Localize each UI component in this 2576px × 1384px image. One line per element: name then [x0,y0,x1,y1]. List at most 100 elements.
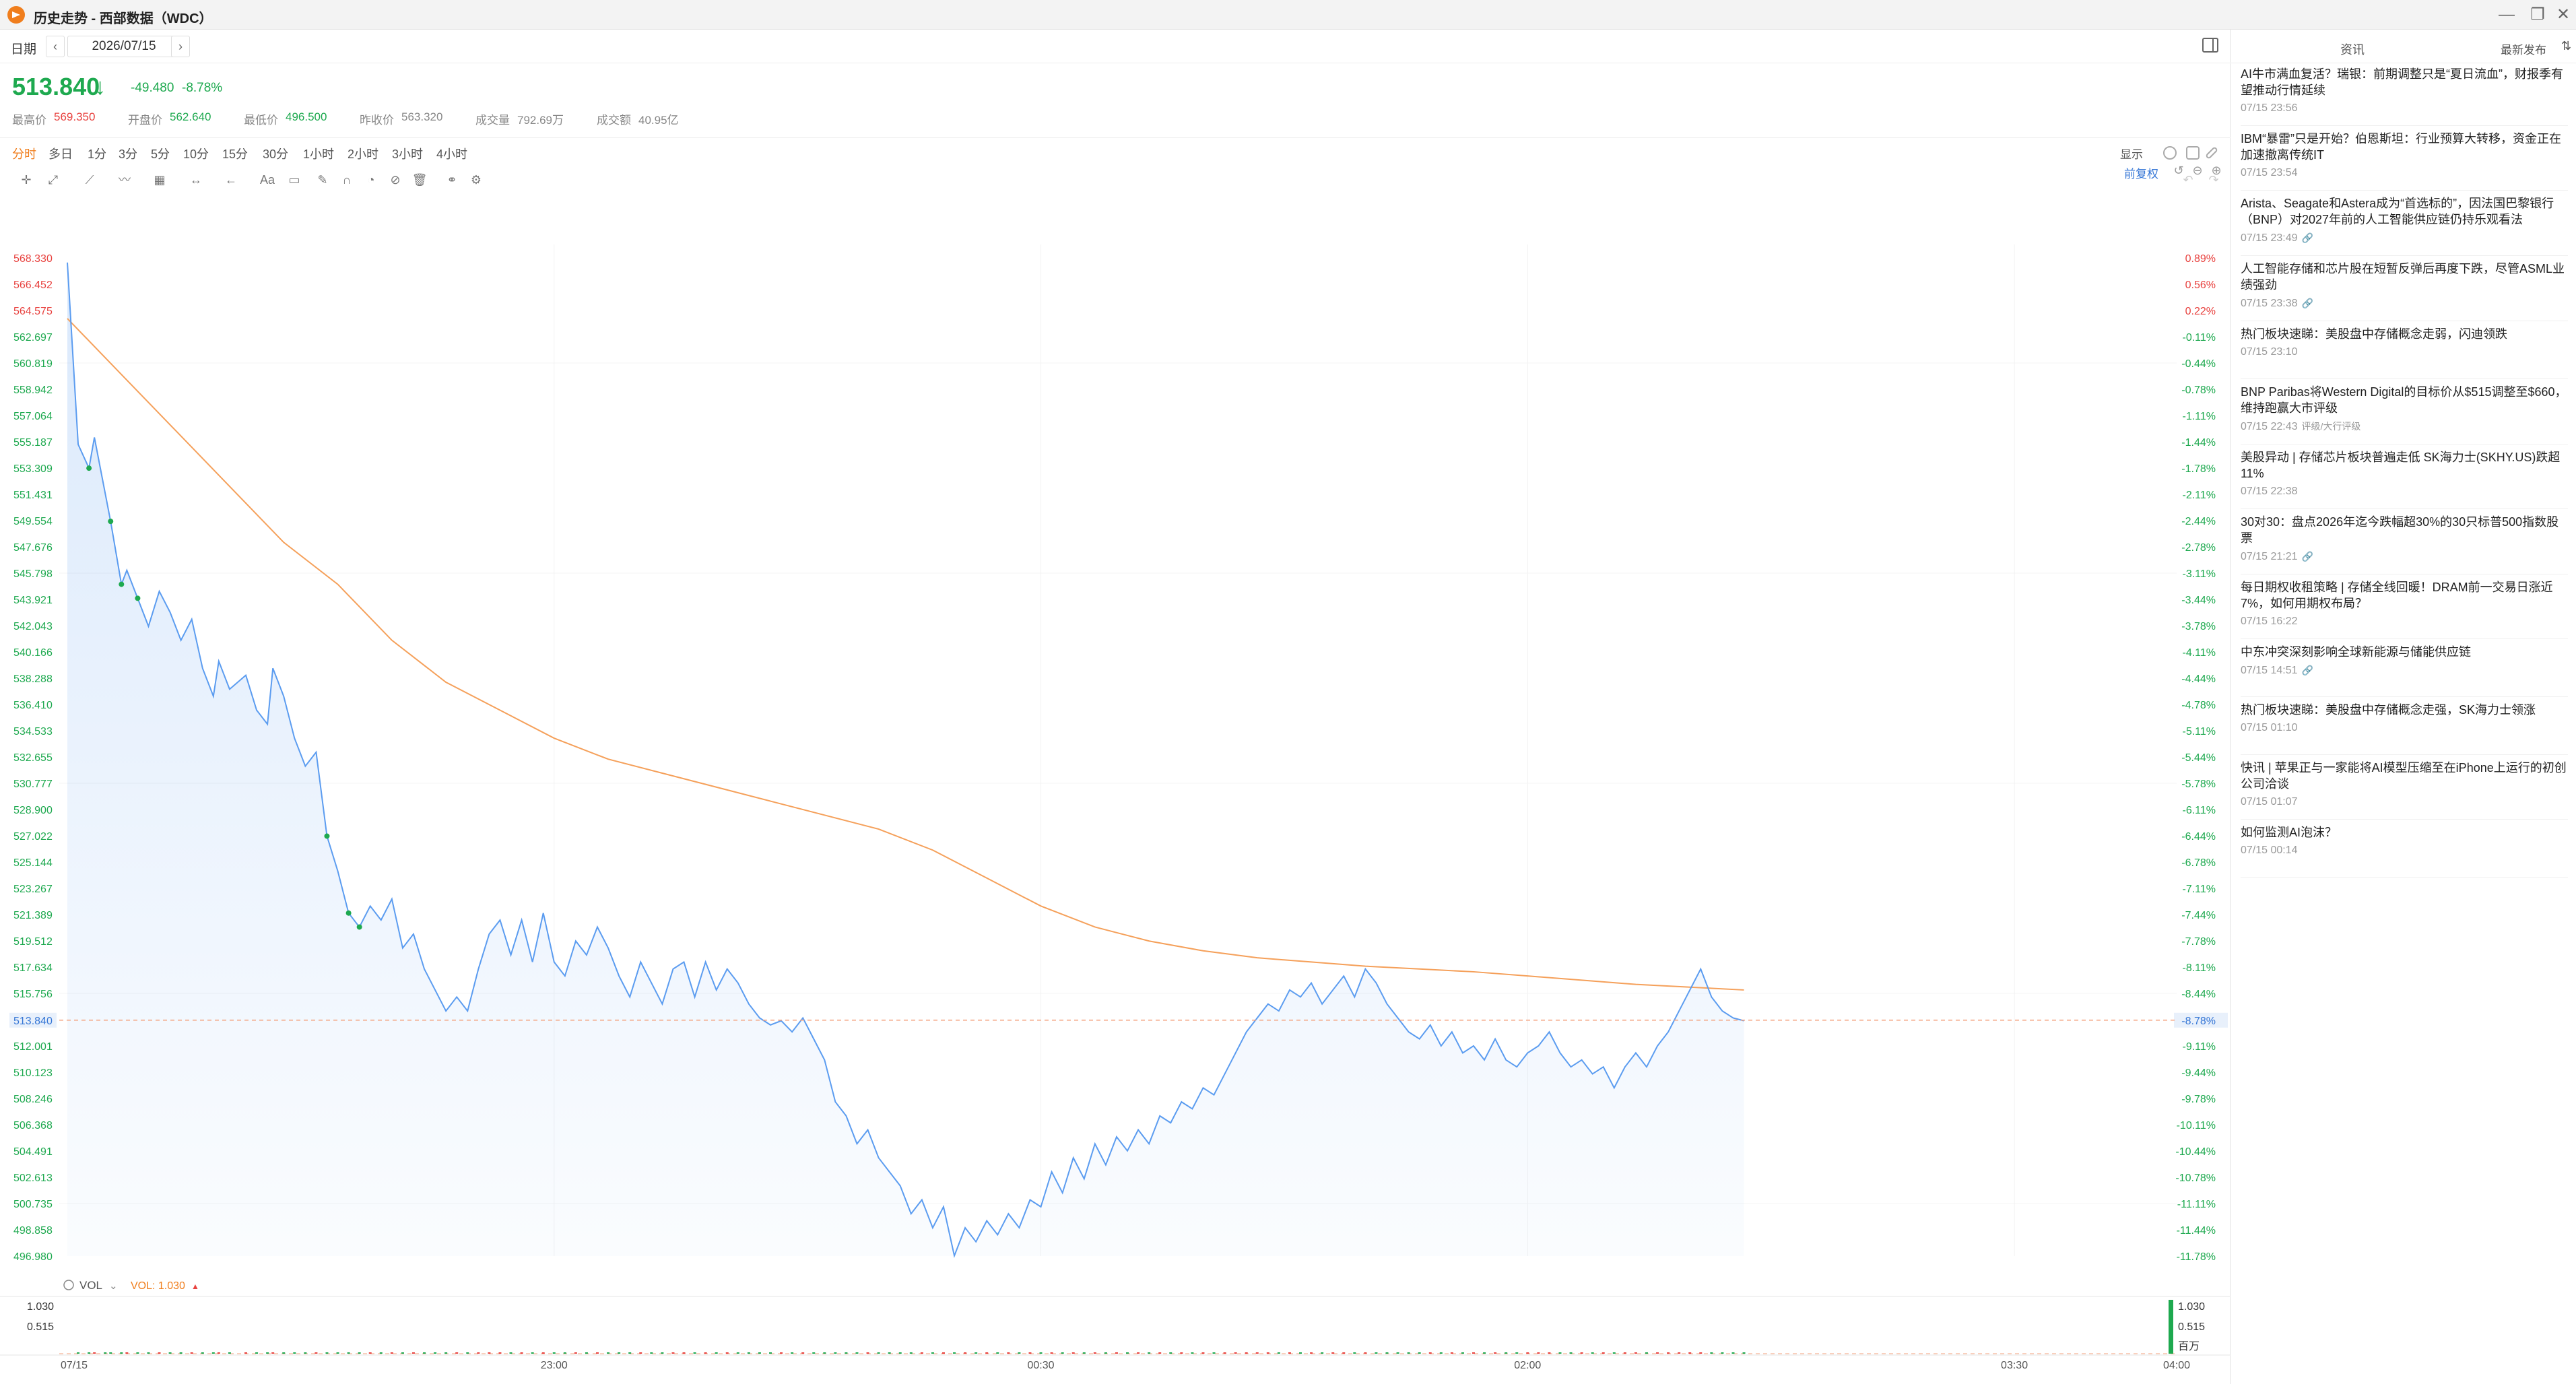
volume-bar [136,1352,139,1354]
sort-icon[interactable]: ⇅ [2561,39,2571,53]
news-title[interactable]: Arista、Seagate和Astera成为“首选标的”，因法国巴黎银行（BN… [2241,195,2571,228]
x-tick-label: 02:00 [1514,1360,1541,1371]
volume-bar [379,1352,383,1354]
y-right-tick-label: -6.78% [2181,857,2216,869]
volume-bar [93,1352,96,1354]
y-right-tick-label: -3.11% [2182,568,2216,580]
news-sort-dropdown[interactable]: 最新发布 [2501,40,2546,57]
news-title[interactable]: 热门板块速睇：美股盘中存储概念走强，SK海力士领涨 [2241,702,2571,718]
news-title[interactable]: 美股异动 | 存储芯片板块普遍走低 SK海力士(SKHY.US)跌超11% [2241,449,2571,482]
y-tick-label: 527.022 [13,831,53,843]
volume-bar [1082,1352,1086,1354]
news-item[interactable]: 美股异动 | 存储芯片板块普遍走低 SK海力士(SKHY.US)跌超11% 07/… [2241,449,2571,499]
news-divider [2241,255,2568,256]
chevron-down-icon[interactable]: ⌄ [109,1280,118,1292]
volume-bar [336,1352,339,1354]
y-tick-label: 540.166 [13,647,53,659]
news-item[interactable]: 人工智能存储和芯片股在短暂反弹后再度下跌，尽管ASML业绩强劲 07/15 23:… [2241,261,2571,311]
y-right-tick-label: -11.78% [2177,1251,2216,1263]
volume-value-label: VOL: 1.030 [131,1280,185,1292]
news-item[interactable]: 热门板块速睇：美股盘中存储概念走弱，闪迪领跌 07/15 23:10 [2241,326,2571,360]
volume-bar [455,1352,459,1354]
y-tick-label: 545.798 [13,568,53,580]
volume-bar [1137,1352,1140,1354]
volume-bar [1678,1352,1681,1354]
volume-bar [975,1352,978,1354]
news-divider [2241,190,2568,191]
volume-bar [1731,1352,1735,1354]
news-item[interactable]: 30对30：盘点2026年迄今跌幅超30%的30只标普500指数股票 07/15 … [2241,514,2571,564]
volume-bar [1742,1352,1746,1354]
news-time: 07/15 23:38 🔗 [2241,298,2313,309]
news-item[interactable]: 热门板块速睇：美股盘中存储概念走强，SK海力士领涨 07/15 01:10 [2241,702,2571,735]
minimize-button[interactable]: — [2492,3,2521,27]
news-item[interactable]: Arista、Seagate和Astera成为“首选标的”，因法国巴黎银行（BN… [2241,195,2571,246]
y-tick-label: 498.858 [13,1225,53,1237]
news-title[interactable]: IBM“暴雷”只是开始？伯恩斯坦：行业预算大转移，资金正在加速撤离传统IT [2241,131,2571,163]
news-time: 07/15 01:10 [2241,722,2298,733]
news-item[interactable]: 如何监测AI泡沫？ 07/15 00:14 [2241,824,2571,858]
news-item[interactable]: BNP Paribas将Western Digital的目标价从$515调整至$… [2241,384,2571,434]
volume-bar [791,1352,794,1354]
news-tag: 🔗 [2301,551,2313,562]
y-right-tick-label: -8.44% [2181,989,2216,1000]
volume-bar [444,1352,448,1354]
volume-bar [1569,1352,1573,1354]
volume-bar [411,1352,415,1354]
y-tick-label: 500.735 [13,1199,53,1210]
news-item[interactable]: 每日期权收租策略 | 存储全线回暖！DRAM前一交易日涨近7%，如何用期权布局？… [2241,579,2571,629]
volume-bar [1483,1352,1486,1354]
volume-bar [758,1352,761,1354]
trade-marker [86,465,92,471]
news-item[interactable]: AI牛市满血复活？瑞银：前期调整只是“夏日流血”，财报季有望推动行情延续 07/1… [2241,66,2571,116]
news-title[interactable]: BNP Paribas将Western Digital的目标价从$515调整至$… [2241,384,2571,416]
volume-bar [834,1352,837,1354]
volume-bar [1299,1352,1302,1354]
volume-bar [715,1352,718,1354]
volume-indicator-name[interactable]: VOL [79,1279,102,1292]
news-tag: 🔗 [2301,665,2313,675]
volume-bar [866,1352,869,1354]
eye-icon[interactable] [63,1280,74,1290]
x-tick-label: 07/15 [61,1360,88,1371]
news-item[interactable]: 快讯 | 苹果正与一家能将AI模型压缩至在iPhone上运行的初创公司洽谈 07/… [2241,760,2571,810]
news-title[interactable]: 每日期权收租策略 | 存储全线回暖！DRAM前一交易日涨近7%，如何用期权布局？ [2241,579,2571,612]
intraday-chart[interactable]: 568.330 566.452 564.575 562.697 560.819 558.9… [0,0,2231,1384]
news-divider [2241,819,2568,820]
volume-bar [931,1352,934,1354]
trade-marker [108,519,114,525]
news-title[interactable]: 快讯 | 苹果正与一家能将AI模型压缩至在iPhone上运行的初创公司洽谈 [2241,760,2571,792]
volume-bar [1385,1352,1389,1354]
volume-bar [1201,1352,1205,1354]
news-item[interactable]: 中东冲突深刻影响全球新能源与储能供应链 07/15 14:51 🔗 [2241,644,2571,678]
news-title[interactable]: AI牛市满血复活？瑞银：前期调整只是“夏日流血”，财报季有望推动行情延续 [2241,66,2571,98]
tab-news[interactable]: 资讯 [2231,40,2474,58]
trade-marker [324,833,330,839]
close-button[interactable]: ✕ [2548,3,2576,27]
news-title[interactable]: 人工智能存储和芯片股在短暂反弹后再度下跌，尽管ASML业绩强劲 [2241,261,2571,293]
volume-bar [125,1352,129,1354]
volume-bar [1537,1352,1540,1354]
news-title[interactable]: 热门板块速睇：美股盘中存储概念走弱，闪迪领跌 [2241,326,2571,342]
volume-bar [845,1352,848,1354]
y-right-tick-label: -8.78% [2181,1016,2216,1027]
y-right-tick-label: 0.56% [2185,279,2216,291]
news-time: 07/15 16:22 [2241,616,2298,627]
news-title[interactable]: 30对30：盘点2026年迄今跌幅超30%的30只标普500指数股票 [2241,514,2571,546]
volume-bar [563,1352,566,1354]
volume-bar [1472,1352,1475,1354]
y-tick-label: 506.368 [13,1120,53,1131]
news-title[interactable]: 中东冲突深刻影响全球新能源与储能供应链 [2241,644,2571,660]
news-item[interactable]: IBM“暴雷”只是开始？伯恩斯坦：行业预算大转移，资金正在加速撤离传统IT 07/… [2241,131,2571,180]
volume-bar [282,1352,286,1354]
trade-marker [135,595,141,601]
volume-bar [347,1352,350,1354]
volume-bar [574,1352,577,1354]
volume-bar [596,1352,599,1354]
volume-bar [1710,1352,1713,1354]
news-time: 07/15 00:14 [2241,845,2298,856]
news-title[interactable]: 如何监测AI泡沫？ [2241,824,2571,841]
volume-bar [1321,1352,1324,1354]
volume-bar [1396,1352,1399,1354]
y-tick-label: 528.900 [13,805,53,816]
